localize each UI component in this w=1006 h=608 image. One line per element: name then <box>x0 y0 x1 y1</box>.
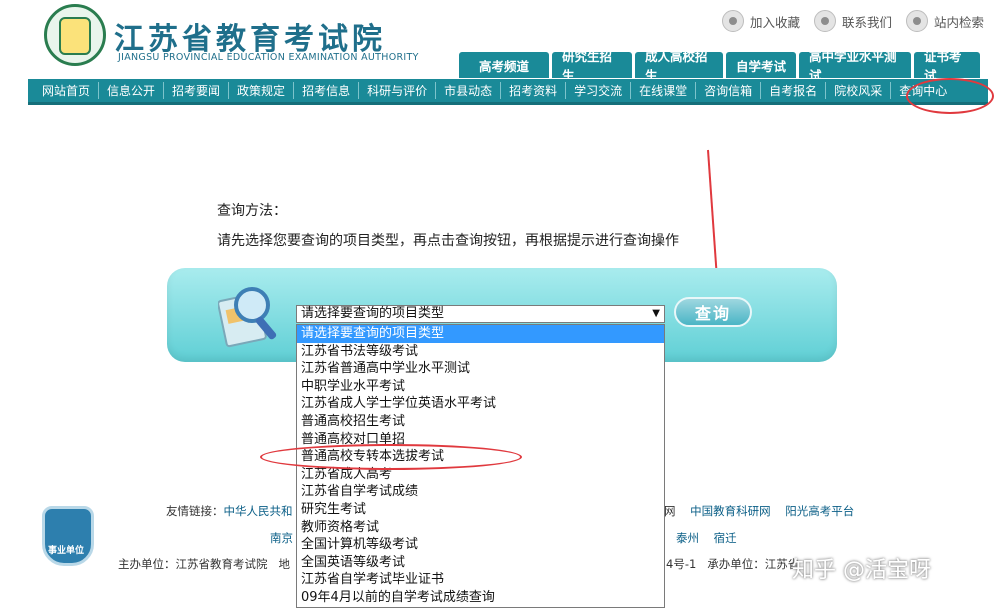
nav-mailbox[interactable]: 咨询信箱 <box>695 82 760 99</box>
annotation-oval-option <box>260 444 522 470</box>
organizer-info: 4号-1 承办单位：江苏省 <box>666 557 800 571</box>
nav-exam-info[interactable]: 招考信息 <box>293 82 358 99</box>
dropdown-option[interactable]: 全国计算机等级考试 <box>297 536 664 554</box>
nav-info[interactable]: 信息公开 <box>98 82 163 99</box>
nav-research[interactable]: 科研与评价 <box>358 82 435 99</box>
query-button[interactable]: 查询 <box>674 297 752 327</box>
friend-links-row-right: 网 中国教育科研网 阳光高考平台 <box>664 504 855 518</box>
nav-exchange[interactable]: 学习交流 <box>565 82 630 99</box>
public-institution-badge[interactable]: 事业单位 <box>42 506 94 566</box>
chevron-down-icon: ▼ <box>652 308 660 319</box>
favorite-icon <box>721 10 744 32</box>
logo-emblem <box>44 4 106 66</box>
nav-home[interactable]: 网站首页 <box>34 82 98 99</box>
method-description: 请先选择您要查询的项目类型，再点击查询按钮，再根据提示进行查询操作 <box>217 233 679 249</box>
dropdown-option[interactable]: 研究生考试 <box>297 501 664 519</box>
city-links-left: 南京 <box>270 530 293 546</box>
annotation-oval-query-center <box>906 78 994 114</box>
project-type-select[interactable]: 请选择要查询的项目类型 ▼ <box>296 305 665 323</box>
dropdown-option[interactable]: 09年4月以前的自学考试成绩查询 <box>297 589 664 607</box>
nav-city[interactable]: 市县动态 <box>435 82 500 99</box>
tab-graduate[interactable]: 研究生招生 <box>552 49 632 83</box>
tab-adult[interactable]: 成人高校招生 <box>635 49 723 83</box>
dropdown-option[interactable]: 普通高校招生考试 <box>297 413 664 431</box>
city-link[interactable]: 南京 <box>270 531 293 545</box>
search-icon <box>905 10 928 32</box>
dropdown-option[interactable]: 江苏省自学考试毕业证书 <box>297 571 664 589</box>
host-info: 主办单位：江苏省教育考试院 地 <box>118 557 290 571</box>
nav-news[interactable]: 招考要闻 <box>163 82 228 99</box>
city-links-right: 泰州 宿迁 <box>676 530 737 546</box>
friend-link[interactable]: 中华人民共和 <box>224 504 293 518</box>
city-link[interactable]: 泰州 <box>676 531 699 545</box>
site-search-link[interactable]: 站内检索 <box>905 10 984 32</box>
nav-online-class[interactable]: 在线课堂 <box>630 82 695 99</box>
tab-certificate[interactable]: 证书考试 <box>914 49 980 83</box>
nav-colleges[interactable]: 院校风采 <box>825 82 890 99</box>
nav-self-study-registration[interactable]: 自考报名 <box>760 82 825 99</box>
dropdown-option[interactable]: 教师资格考试 <box>297 519 664 537</box>
tab-self-study[interactable]: 自学考试 <box>726 52 796 78</box>
dropdown-option[interactable]: 请选择要查询的项目类型 <box>297 325 664 343</box>
add-favorite-link[interactable]: 加入收藏 <box>721 10 800 32</box>
nav-policy[interactable]: 政策规定 <box>228 82 293 99</box>
dropdown-option[interactable]: 全国英语等级考试 <box>297 554 664 572</box>
contact-us-link[interactable]: 联系我们 <box>813 10 892 32</box>
tab-high-school-test[interactable]: 高中学业水平测试 <box>799 49 911 83</box>
magnifier-icon <box>218 287 277 348</box>
tab-gaokao[interactable]: 高考频道 <box>459 52 549 78</box>
dropdown-option[interactable]: 江苏省自学考试成绩 <box>297 483 664 501</box>
watermark: 知乎 @活宝呀 <box>792 558 931 583</box>
dropdown-option[interactable]: 江苏省普通高中学业水平测试 <box>297 360 664 378</box>
city-link[interactable]: 宿迁 <box>714 531 737 545</box>
friend-link[interactable]: 阳光高考平台 <box>785 504 854 518</box>
dropdown-option[interactable]: 江苏省书法等级考试 <box>297 343 664 361</box>
nav-materials[interactable]: 招考资料 <box>500 82 565 99</box>
channel-tabs: 高考频道 研究生招生 成人高校招生 自学考试 高中学业水平测试 证书考试 <box>459 49 980 83</box>
main-nav: 网站首页 信息公开 招考要闻 政策规定 招考信息 科研与评价 市县动态 招考资料… <box>28 79 988 105</box>
dropdown-option[interactable]: 江苏省成人学士学位英语水平考试 <box>297 395 664 413</box>
contact-icon <box>813 10 836 32</box>
dropdown-option[interactable]: 中职学业水平考试 <box>297 378 664 396</box>
site-subtitle: JIANGSU PROVINCIAL EDUCATION EXAMINATION… <box>118 52 419 63</box>
friend-link[interactable]: 中国教育科研网 <box>690 504 771 518</box>
method-title: 查询方法： <box>217 203 287 219</box>
friend-links-row: 友情链接：中华人民共和 <box>166 504 293 518</box>
top-links: 加入收藏 联系我们 站内检索 <box>721 10 984 32</box>
